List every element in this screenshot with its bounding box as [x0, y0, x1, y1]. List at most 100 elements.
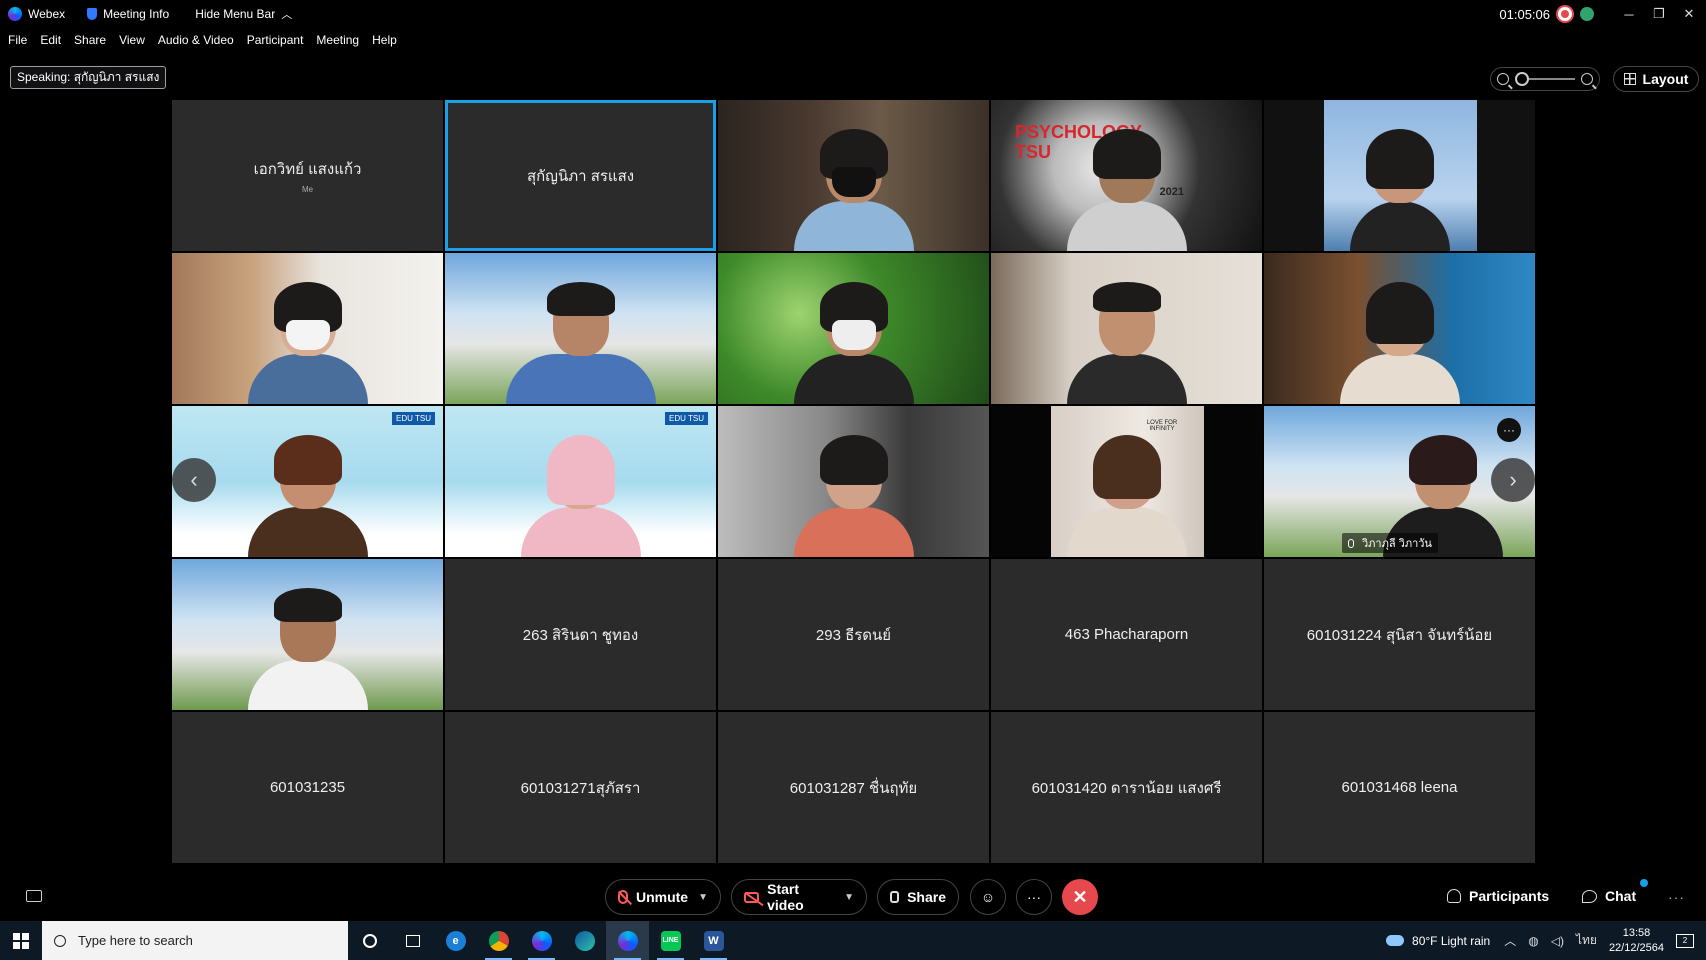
participant-name: 601031420 ดาราน้อย แสงศรี	[1031, 779, 1222, 797]
cortana-icon[interactable]	[348, 921, 391, 960]
virtual-background-subtitle: TSU	[1015, 142, 1051, 162]
video-tile[interactable]: 601031224 สุนิสา จันทร์น้อย	[1264, 559, 1535, 710]
participant-name: 293 ธีรดนย์	[815, 626, 892, 644]
restore-icon[interactable]: ❐	[1646, 6, 1672, 22]
next-page-button[interactable]: ›	[1491, 458, 1535, 502]
participant-name: สุกัญนิภา สรแสง	[526, 167, 635, 185]
participant-video	[247, 435, 368, 557]
menu-participant[interactable]: Participant	[247, 33, 304, 47]
video-tile[interactable]	[718, 406, 989, 557]
chevron-down-icon[interactable]: ▼	[698, 892, 708, 903]
participant-name: เอกวิทย์ แสงแก้ว	[253, 161, 362, 178]
menu-meeting[interactable]: Meeting	[316, 33, 359, 47]
menu-help[interactable]: Help	[372, 33, 397, 47]
overflow-menu-icon[interactable]: ···	[1668, 889, 1685, 905]
video-tile[interactable]: 463 Phacharaporn	[991, 559, 1262, 710]
network-health-icon[interactable]	[1580, 7, 1594, 21]
start-button[interactable]	[0, 921, 42, 960]
close-icon[interactable]: ✕	[1676, 6, 1702, 22]
microphone-icon	[1348, 538, 1354, 548]
participant-me-label: Me	[301, 185, 314, 194]
video-tile[interactable]: 293 ธีรดนย์	[718, 559, 989, 710]
app-name[interactable]: Webex	[8, 7, 65, 21]
video-tile[interactable]	[1264, 253, 1535, 404]
webex-meeting-taskbar-icon[interactable]	[606, 921, 649, 960]
captions-icon[interactable]	[26, 890, 42, 902]
input-language[interactable]: ไทย	[1576, 931, 1597, 950]
chevron-down-icon[interactable]: ▼	[844, 892, 854, 903]
chevron-up-icon[interactable]: ︿	[1504, 932, 1516, 949]
zoom-slider[interactable]	[1490, 67, 1600, 91]
menu-audio-video[interactable]: Audio & Video	[158, 33, 234, 47]
zoom-knob[interactable]	[1515, 72, 1529, 86]
volume-icon[interactable]: ◁)	[1551, 934, 1564, 948]
zoom-out-icon[interactable]	[1497, 73, 1509, 85]
start-video-button[interactable]: Start video ▼	[731, 879, 867, 915]
zoom-track[interactable]	[1515, 72, 1575, 86]
video-tile[interactable]: 601031420 ดาราน้อย แสงศรี	[991, 712, 1262, 863]
unmute-button[interactable]: Unmute ▼	[605, 879, 721, 915]
poster-text: LOVE FOR INFINITY	[1146, 420, 1178, 432]
task-view-icon[interactable]	[391, 921, 434, 960]
app-name-label: Webex	[28, 7, 66, 21]
video-tile[interactable]: ··· › วิภาภุลี วิภาวัน	[1264, 406, 1535, 557]
video-tile[interactable]: PSYCHOLOGY TSU 2021	[991, 100, 1262, 251]
webex-meeting-window: Webex Meeting Info Hide Menu Bar ︿ 01:05…	[0, 0, 1706, 960]
participant-video	[1066, 435, 1187, 557]
layout-label: Layout	[1642, 71, 1689, 87]
taskbar-clock[interactable]: 13:58 22/12/2564	[1609, 926, 1664, 956]
video-tile[interactable]: 601031468 leena	[1264, 712, 1535, 863]
grid-icon	[1623, 73, 1636, 85]
video-tile[interactable]: 601031271สุภัสรา	[445, 712, 716, 863]
zoom-in-icon[interactable]	[1581, 73, 1593, 85]
video-tile[interactable]: 601031287 ชื่นฤทัย	[718, 712, 989, 863]
menu-share[interactable]: Share	[74, 33, 106, 47]
notification-center-icon[interactable]: 2	[1676, 933, 1694, 948]
line-app-icon[interactable]: LINE	[649, 921, 692, 960]
ellipsis-icon: ···	[1027, 889, 1041, 905]
weather-widget[interactable]: 80°F Light rain	[1386, 934, 1490, 948]
hide-menu-bar-button[interactable]: Hide Menu Bar ︿	[195, 6, 292, 22]
participant-name: 463 Phacharaporn	[1064, 626, 1189, 643]
word-icon[interactable]: W	[692, 921, 735, 960]
participant-name: 601031468 leena	[1341, 779, 1458, 796]
menu-edit[interactable]: Edit	[40, 33, 61, 47]
video-tile[interactable]	[991, 253, 1262, 404]
minimize-icon[interactable]: ─	[1616, 7, 1642, 22]
share-button[interactable]: Share	[877, 879, 959, 915]
video-tile[interactable]: เอกวิทย์ แสงแก้ว Me	[172, 100, 443, 251]
previous-page-button[interactable]: ‹	[172, 458, 216, 502]
video-tile[interactable]	[718, 253, 989, 404]
webex-taskbar-icon[interactable]	[520, 921, 563, 960]
chat-button[interactable]: Chat	[1582, 888, 1636, 904]
video-tile[interactable]	[445, 253, 716, 404]
chrome-icon[interactable]	[477, 921, 520, 960]
video-tile[interactable]: 263 สิรินดา ชูทอง	[445, 559, 716, 710]
taskbar-search-input[interactable]: Type here to search	[42, 921, 348, 960]
end-call-button[interactable]: ✕	[1062, 879, 1098, 915]
reactions-button[interactable]: ☺	[970, 879, 1006, 915]
start-video-label: Start video	[767, 881, 804, 913]
network-icon[interactable]: ◍	[1528, 934, 1538, 948]
video-tile[interactable]	[718, 100, 989, 251]
more-options-button[interactable]: ···	[1016, 879, 1052, 915]
internet-explorer-icon[interactable]: e	[434, 921, 477, 960]
video-tile[interactable]	[1264, 100, 1535, 251]
meeting-info-button[interactable]: Meeting Info	[87, 7, 169, 21]
video-tile[interactable]	[172, 253, 443, 404]
participants-button[interactable]: Participants	[1447, 888, 1549, 904]
video-grid: เอกวิทย์ แสงแก้ว Me สุกัญนิภา สรแสง PSYC…	[172, 100, 1535, 870]
video-tile[interactable]	[172, 559, 443, 710]
layout-button[interactable]: Layout	[1613, 66, 1699, 92]
edge-icon[interactable]	[563, 921, 606, 960]
menu-view[interactable]: View	[119, 33, 145, 47]
video-tile[interactable]: EDU TSU ‹	[172, 406, 443, 557]
video-tile[interactable]: LOVE FOR INFINITY	[991, 406, 1262, 557]
more-options-button[interactable]: ···	[1497, 418, 1521, 442]
video-tile[interactable]: 601031235	[172, 712, 443, 863]
title-bar: Webex Meeting Info Hide Menu Bar ︿ 01:05…	[0, 0, 1706, 28]
menu-file[interactable]: File	[8, 33, 27, 47]
video-tile-active-speaker[interactable]: สุกัญนิภา สรแสง	[445, 100, 716, 251]
recording-icon[interactable]	[1558, 7, 1572, 21]
video-tile[interactable]: EDU TSU	[445, 406, 716, 557]
